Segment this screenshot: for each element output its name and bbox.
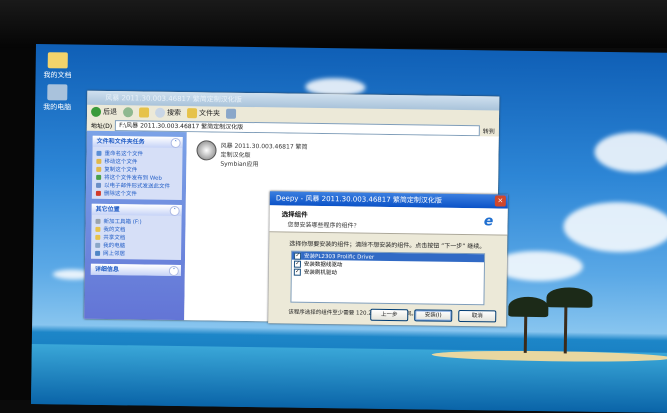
email-icon [96,182,102,188]
dialog-header: 选择组件 您想安装哪些程序的组件？ e [269,205,508,236]
component-checkbox[interactable]: ✓ [293,268,301,276]
monitor-bezel-top [0,0,667,48]
folder-icon [47,52,68,69]
folder-icon [95,234,101,240]
copy-icon [96,166,102,172]
folder-icon [186,108,198,119]
close-button[interactable]: × [494,195,506,207]
cancel-button[interactable]: 取消 [458,309,497,323]
dialog-buttons: 上一步 安装(I) 取消 [370,308,497,323]
delete-icon [95,190,101,196]
chevron-up-icon[interactable]: ˄ [170,137,181,149]
computer-icon [47,84,68,101]
back-button[interactable]: 上一步 [370,308,409,322]
task-pane: 文件和文件夹任务 ˄ 重命名这个文件 移动这个文件 复制这个文件 将这个文件发布… [84,130,187,321]
cloud [594,131,667,173]
palm-trunk [523,312,528,353]
screen: 我的文档 我的电脑 风暴 2011.30.003.46817 繁简定制汉化版 后… [30,44,667,413]
component-checkbox[interactable]: ✓ [294,252,302,260]
details-header[interactable]: 详细信息 ˅ [90,263,181,277]
rename-icon [96,150,102,156]
address-label: 地址(D) [90,122,113,131]
drive-icon [95,218,101,224]
file-type: Symbian应用 [220,160,259,169]
search-button[interactable]: 搜索 [154,106,181,120]
palm-leaves [508,296,549,318]
file-tasks-header[interactable]: 文件和文件夹任务 ˄ [92,135,183,149]
up-folder-button[interactable] [138,107,150,118]
search-icon [154,107,166,118]
file-name: 风暴 2011.30.003.46817 繁简定制汉化版 [220,142,308,160]
install-button[interactable]: 安装(I) [414,309,453,322]
other-places-header[interactable]: 其它位置 ˄ [91,203,182,217]
desktop-icon-my-documents[interactable]: 我的文档 [31,52,88,81]
folder-icon [95,226,101,232]
installer-dialog: Deepy - 风暴 2011.30.003.46817 繁简定制汉化版 × 选… [268,191,508,327]
chevron-up-icon[interactable]: ˄ [169,205,180,217]
component-item[interactable]: ✓ 安装刷机驱动 [292,268,484,279]
desktop-icon-my-computer[interactable]: 我的电脑 [31,84,87,113]
palm-leaves [546,287,593,308]
move-icon [96,158,102,164]
file-tasks-panel: 文件和文件夹任务 ˄ 重命名这个文件 移动这个文件 复制这个文件 将这个文件发布… [91,135,183,201]
network-icon [95,250,101,256]
file-item-installer[interactable]: 风暴 2011.30.003.46817 繁简定制汉化版 Symbian应用 [196,140,310,169]
chevron-down-icon[interactable]: ˅ [168,265,179,277]
task-delete[interactable]: 删除这个文件 [95,189,178,198]
dialog-title: Deepy - 风暴 2011.30.003.46817 繁简定制汉化版 [275,194,442,205]
cloud [563,201,667,253]
installer-logo-icon: e [483,213,494,230]
dialog-subheading: 您想安装哪些程序的组件？ [287,221,360,230]
monitor-bezel-left [0,48,36,400]
dialog-heading: 选择组件 [281,210,308,219]
globe-icon [96,174,102,180]
component-checkbox[interactable]: ✓ [293,260,302,268]
details-panel: 详细信息 ˅ [90,263,181,277]
views-button[interactable] [225,108,237,119]
components-list: ✓ 安装PL2303 Prolific Driver ✓ 安装数据线驱动 ✓ 安… [290,250,486,306]
place-network[interactable]: 网上邻居 [95,249,177,258]
folders-button[interactable]: 文件夹 [186,106,220,120]
computer-icon [95,242,101,248]
palm-trunk [563,305,568,354]
installer-file-icon [196,140,217,161]
go-button[interactable]: 转到 [483,126,495,135]
back-arrow-icon [90,106,102,117]
back-button[interactable]: 后退 [90,105,117,119]
window-title: 风暴 2011.30.003.46817 繁简定制汉化版 [105,93,242,104]
other-places-panel: 其它位置 ˄ 新加工具箱 (F:) 我的文档 共享文档 我的电脑 网上邻居 [91,203,182,261]
forward-button[interactable] [122,107,134,118]
